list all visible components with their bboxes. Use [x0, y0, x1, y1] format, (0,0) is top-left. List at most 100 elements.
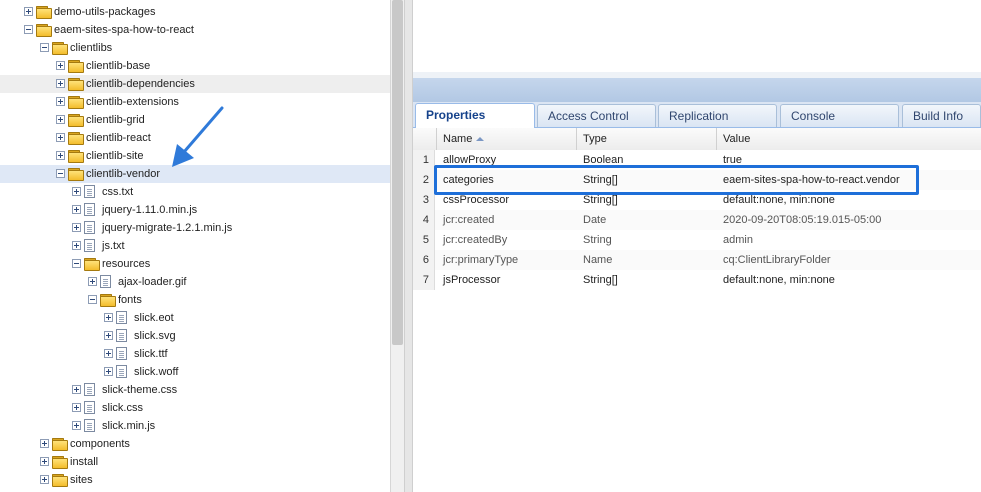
tree-node-label: jquery-1.11.0.min.js: [102, 204, 198, 216]
tree-scrollbar[interactable]: [390, 0, 404, 492]
tree-node-label: install: [70, 456, 99, 468]
tree-node[interactable]: slick.eot: [0, 309, 390, 327]
tab-strip: Properties Access Control Replication Co…: [413, 102, 981, 129]
tree-node[interactable]: sites: [0, 471, 390, 489]
expand-icon[interactable]: [56, 133, 65, 142]
folder-icon: [100, 294, 116, 307]
expand-icon[interactable]: [104, 313, 113, 322]
tree-node[interactable]: ajax-loader.gif: [0, 273, 390, 291]
tree-node-label: slick.css: [102, 402, 143, 414]
tree-node[interactable]: clientlib-dependencies: [0, 75, 390, 93]
tab-access-control[interactable]: Access Control: [537, 104, 656, 127]
property-value[interactable]: cq:ClientLibraryFolder: [717, 250, 981, 270]
property-value[interactable]: default:none, min:none: [717, 270, 981, 290]
property-type[interactable]: String[]: [577, 270, 717, 290]
property-row[interactable]: 6 jcr:primaryType Name cq:ClientLibraryFold…: [413, 250, 981, 271]
file-icon: [84, 221, 95, 234]
property-row[interactable]: 5 jcr:createdBy String admin: [413, 230, 981, 251]
tree-scrollbar-thumb[interactable]: [392, 0, 403, 345]
annotation-arrow-icon: [172, 106, 224, 167]
property-name[interactable]: jcr:primaryType: [437, 250, 577, 270]
column-header-name[interactable]: Name: [437, 128, 577, 150]
column-header-label: Name: [443, 133, 473, 145]
expand-icon[interactable]: [40, 457, 49, 466]
tree-node[interactable]: fonts: [0, 291, 390, 309]
tree-node[interactable]: slick-theme.css: [0, 381, 390, 399]
expand-icon[interactable]: [72, 205, 81, 214]
tree-node[interactable]: jquery-migrate-1.2.1.min.js: [0, 219, 390, 237]
expand-icon[interactable]: [72, 223, 81, 232]
folder-icon: [68, 60, 84, 73]
tree-node[interactable]: css.txt: [0, 183, 390, 201]
property-value[interactable]: 2020-09-20T08:05:19.015-05:00: [717, 210, 981, 230]
collapse-icon[interactable]: [56, 169, 65, 178]
property-name[interactable]: jcr:createdBy: [437, 230, 577, 250]
folder-icon: [52, 474, 68, 487]
property-type[interactable]: String: [577, 230, 717, 250]
tree-node[interactable]: js.txt: [0, 237, 390, 255]
expand-icon[interactable]: [72, 385, 81, 394]
tree-node[interactable]: slick.ttf: [0, 345, 390, 363]
collapse-icon[interactable]: [40, 43, 49, 52]
tree-node[interactable]: slick.svg: [0, 327, 390, 345]
tree-node[interactable]: components: [0, 435, 390, 453]
tree-node[interactable]: clientlibs: [0, 39, 390, 57]
tree-node[interactable]: jquery-1.11.0.min.js: [0, 201, 390, 219]
tree-node[interactable]: slick.woff: [0, 363, 390, 381]
panel-splitter[interactable]: [404, 0, 413, 492]
tab-properties[interactable]: Properties: [415, 103, 535, 129]
expand-icon[interactable]: [104, 349, 113, 358]
expand-icon[interactable]: [40, 439, 49, 448]
expand-icon[interactable]: [72, 421, 81, 430]
tree-node[interactable]: install: [0, 453, 390, 471]
collapse-icon[interactable]: [88, 295, 97, 304]
tree-node-label: fonts: [118, 294, 142, 306]
expand-icon[interactable]: [56, 115, 65, 124]
highlight-box: [434, 165, 919, 195]
file-icon: [84, 185, 95, 198]
property-type[interactable]: Date: [577, 210, 717, 230]
tab-replication[interactable]: Replication: [658, 104, 777, 127]
expand-icon[interactable]: [88, 277, 97, 286]
expand-icon[interactable]: [56, 79, 65, 88]
tree-node[interactable]: demo-utils-packages: [0, 3, 390, 21]
property-type[interactable]: Name: [577, 250, 717, 270]
folder-icon: [52, 42, 68, 55]
tree-node[interactable]: slick.min.js: [0, 417, 390, 435]
property-value[interactable]: admin: [717, 230, 981, 250]
expand-icon[interactable]: [24, 7, 33, 16]
tree-node-label: clientlib-dependencies: [86, 78, 195, 90]
expand-icon[interactable]: [72, 187, 81, 196]
property-name[interactable]: jsProcessor: [437, 270, 577, 290]
property-name[interactable]: jcr:created: [437, 210, 577, 230]
expand-icon[interactable]: [104, 331, 113, 340]
rownum-header: [413, 128, 437, 150]
folder-icon: [36, 6, 52, 19]
expand-icon[interactable]: [56, 151, 65, 160]
folder-icon: [84, 258, 100, 271]
row-number: 2: [413, 170, 435, 190]
tree-node-label: js.txt: [102, 240, 125, 252]
collapse-icon[interactable]: [72, 259, 81, 268]
property-row[interactable]: 7 jsProcessor String[] default:none, min:no…: [413, 270, 981, 291]
expand-icon[interactable]: [104, 367, 113, 376]
column-header-type[interactable]: Type: [577, 128, 717, 150]
tree-node-label: clientlib-base: [86, 60, 151, 72]
expand-icon[interactable]: [72, 241, 81, 250]
tree-node-label: slick.min.js: [102, 420, 156, 432]
tab-build-info[interactable]: Build Info: [902, 104, 981, 127]
property-row[interactable]: 4 jcr:created Date 2020-09-20T08:05:19.015-…: [413, 210, 981, 231]
tab-console[interactable]: Console: [780, 104, 899, 127]
expand-icon[interactable]: [56, 61, 65, 70]
tree-node[interactable]: clientlib-base: [0, 57, 390, 75]
tree-node[interactable]: slick.css: [0, 399, 390, 417]
expand-icon[interactable]: [40, 475, 49, 484]
expand-icon[interactable]: [72, 403, 81, 412]
tree-node[interactable]: resources: [0, 255, 390, 273]
tree-node-label: sites: [70, 474, 93, 486]
column-header-value[interactable]: Value: [717, 128, 981, 150]
expand-icon[interactable]: [56, 97, 65, 106]
collapse-icon[interactable]: [24, 25, 33, 34]
tree-node[interactable]: eaem-sites-spa-how-to-react: [0, 21, 390, 39]
folder-icon: [52, 438, 68, 451]
